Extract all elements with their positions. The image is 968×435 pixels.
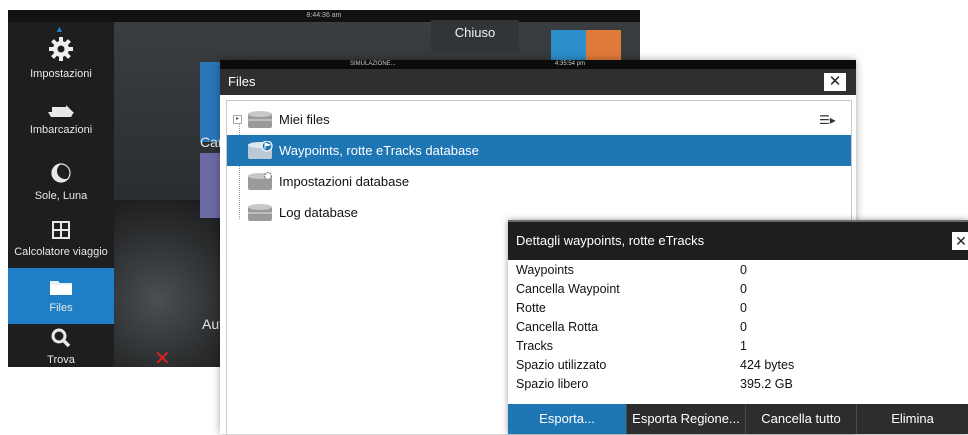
- detail-value: 0: [740, 263, 747, 277]
- expand-icon[interactable]: ▸: [233, 115, 242, 124]
- menu-options-icon[interactable]: ☰▸: [819, 113, 836, 127]
- sidebar-item-trova[interactable]: Trova: [8, 328, 114, 367]
- tree-item-miei-files[interactable]: ▸ Miei files ☰▸: [227, 104, 851, 135]
- database-flag-icon: [248, 141, 273, 159]
- tree-item-label: Log database: [279, 205, 358, 220]
- detail-key: Waypoints: [516, 263, 574, 277]
- folder-icon: [8, 278, 114, 299]
- export-button[interactable]: Esporta...: [508, 404, 626, 434]
- cross-mark-icon: ✕: [154, 348, 171, 367]
- sidebar-item-label: Trova: [47, 354, 75, 366]
- database-icon: [248, 111, 272, 128]
- files-status-bar: SIMULAZIONE... 4:35:54 pm: [220, 60, 856, 69]
- detail-row-spazio-libero: Spazio libero 395.2 GB: [516, 374, 956, 394]
- files-title-bar: Files ✕: [220, 69, 856, 95]
- app-tile-purple[interactable]: [200, 153, 222, 218]
- home-clock: 8:44:36 am: [306, 12, 342, 19]
- database-gear-icon: [248, 172, 273, 190]
- sidebar-item-files[interactable]: Files: [8, 268, 114, 324]
- simulation-indicator: SIMULAZIONE...: [350, 61, 396, 67]
- detail-key: Spazio libero: [516, 377, 589, 391]
- delete-button[interactable]: Elimina: [857, 404, 968, 434]
- detail-value: 0: [740, 282, 747, 296]
- detail-key: Spazio utilizzato: [516, 358, 607, 372]
- close-button[interactable]: ✕: [824, 73, 846, 91]
- sidebar-item-label: Sole, Luna: [34, 190, 88, 202]
- detail-key: Cancella Waypoint: [516, 282, 620, 296]
- detail-row-cancella-rotta: Cancella Rotta 0: [516, 317, 956, 337]
- detail-row-waypoints: Waypoints 0: [516, 260, 956, 280]
- detail-value: 424 bytes: [740, 358, 795, 372]
- detail-value: 1: [740, 339, 747, 353]
- detail-value: 395.2 GB: [740, 377, 793, 391]
- details-button-bar: Esporta... Esporta Regione... Cancella t…: [508, 404, 968, 434]
- sidebar-item-sole-luna[interactable]: Sole, Luna: [8, 162, 114, 214]
- detail-key: Cancella Rotta: [516, 320, 598, 334]
- calculator-icon: [8, 220, 114, 243]
- clear-all-button[interactable]: Cancella tutto: [746, 404, 856, 434]
- detail-value: 0: [740, 320, 747, 334]
- sidebar-item-imbarcazioni[interactable]: Imbarcazioni: [8, 104, 114, 154]
- close-home-button[interactable]: Chiuso: [431, 20, 519, 53]
- detail-row-cancella-waypoint: Cancella Waypoint 0: [516, 279, 956, 299]
- sun-moon-icon: [8, 162, 114, 187]
- boats-icon: [8, 104, 114, 121]
- tree-item-label: Miei files: [279, 112, 330, 127]
- sidebar-item-label: Files: [49, 302, 73, 314]
- home-sidebar: ▲ Impostazioni Imbarcazioni Sole, Luna C…: [8, 22, 114, 367]
- home-wallpaper-texture: [114, 200, 224, 367]
- app-tile-chart[interactable]: [200, 62, 222, 142]
- tree-item-label: Impostazioni database: [279, 174, 410, 189]
- detail-value: 0: [740, 301, 747, 315]
- gear-icon: [8, 36, 114, 65]
- search-icon: [8, 328, 114, 351]
- tree-item-waypoints-database[interactable]: Waypoints, rotte eTracks database: [227, 135, 851, 166]
- database-icon: [248, 204, 272, 221]
- dialog-title: Files: [228, 74, 256, 89]
- dialog-title: Dettagli waypoints, rotte eTracks: [516, 233, 705, 248]
- status-clock: 4:35:54 pm: [555, 61, 586, 67]
- detail-key: Tracks: [516, 339, 554, 353]
- details-dialog: Dettagli waypoints, rotte eTracks ✕ Wayp…: [508, 220, 968, 434]
- sidebar-item-label: Calcolatore viaggio: [14, 246, 108, 258]
- sidebar-item-label: Imbarcazioni: [29, 124, 93, 136]
- details-title-bar: Dettagli waypoints, rotte eTracks ✕: [508, 220, 968, 260]
- close-button[interactable]: ✕: [952, 232, 968, 250]
- detail-key: Rotte: [516, 301, 546, 315]
- detail-row-rotte: Rotte 0: [516, 298, 956, 318]
- detail-row-spazio-utilizzato: Spazio utilizzato 424 bytes: [516, 355, 956, 375]
- tree-item-impostazioni-database[interactable]: Impostazioni database: [227, 166, 851, 197]
- sidebar-item-impostazioni[interactable]: Impostazioni: [8, 36, 114, 94]
- export-region-button[interactable]: Esporta Regione...: [627, 404, 745, 434]
- sidebar-item-label: Impostazioni: [30, 68, 92, 80]
- tree-item-label: Waypoints, rotte eTracks database: [279, 143, 479, 158]
- sidebar-item-calcolatore-viaggio[interactable]: Calcolatore viaggio: [8, 220, 114, 268]
- detail-row-tracks: Tracks 1: [516, 336, 956, 356]
- scroll-up-icon[interactable]: ▲: [55, 24, 64, 34]
